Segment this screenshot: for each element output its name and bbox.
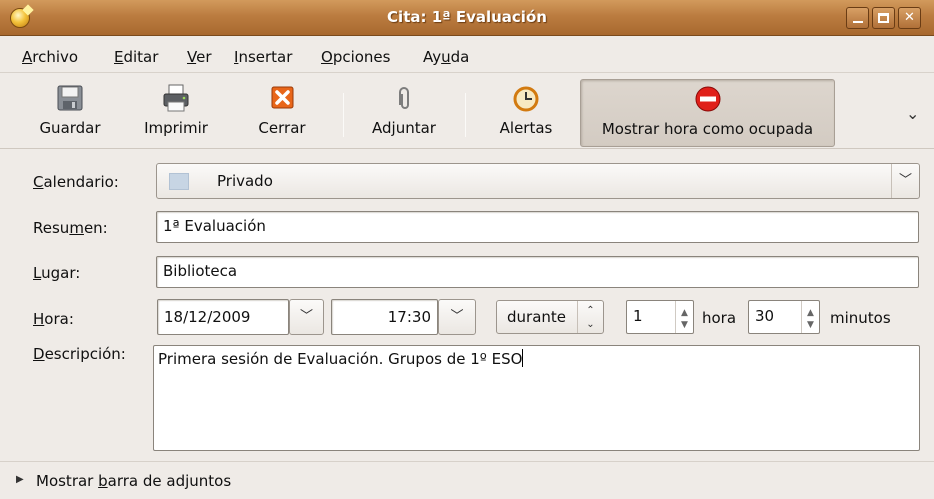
time-input[interactable]: 17:30 (331, 299, 438, 335)
busy-label: Mostrar hora como ocupada (601, 120, 814, 138)
location-input[interactable]: Biblioteca (156, 256, 919, 288)
summary-label: Resumen: (33, 219, 108, 237)
menu-mnemonic: A (22, 48, 33, 66)
maximize-button[interactable] (872, 7, 895, 29)
save-button[interactable]: Guardar (30, 79, 110, 147)
toolbar: Guardar Imprimir Cerrar Adjuntar Alertas (0, 73, 934, 149)
close-window-button[interactable]: ✕ (898, 7, 921, 29)
description-textarea[interactable]: Primera sesión de Evaluación. Grupos de … (153, 345, 920, 451)
menu-insertar[interactable]: Insertar (234, 48, 292, 66)
toolbar-separator (465, 93, 466, 137)
date-dropdown-button[interactable]: ﹀ (289, 299, 324, 335)
toolbar-overflow-chevron-down-icon[interactable]: ⌄ (906, 104, 919, 123)
description-label: Descripción: (33, 345, 126, 363)
print-button[interactable]: Imprimir (133, 79, 219, 147)
time-dropdown-button[interactable]: ﹀ (438, 299, 476, 335)
menu-label: pciones (332, 48, 391, 66)
menu-label: rchivo (32, 48, 79, 66)
close-label: Cerrar (258, 119, 306, 137)
calendar-select[interactable]: Privado ﹀ (156, 163, 920, 199)
duration-mode-select[interactable]: durante ⌃ ⌄ (496, 300, 604, 334)
paperclip-icon (399, 87, 409, 109)
close-icon: ✕ (904, 10, 915, 25)
calendar-value: Privado (217, 172, 273, 190)
chevron-down-icon: ﹀ (891, 164, 919, 198)
attach-button[interactable]: Adjuntar (360, 79, 448, 147)
calendar-color-swatch (169, 173, 189, 190)
show-attachments-label[interactable]: Mostrar barra de adjuntos (36, 472, 231, 490)
up-down-icon: ⌃ ⌄ (577, 301, 603, 333)
menu-archivo[interactable]: Archivo (22, 48, 78, 66)
menu-mnemonic: V (187, 48, 197, 66)
minutes-value: 30 (755, 307, 775, 325)
menu-ver[interactable]: Ver (187, 48, 212, 66)
alarms-button[interactable]: Alertas (488, 79, 564, 147)
print-label: Imprimir (144, 119, 208, 137)
hours-unit-label: hora (702, 309, 737, 327)
chevron-down-icon: ﹀ (450, 309, 464, 324)
hours-value: 1 (633, 307, 643, 325)
spinner-arrows-icon[interactable]: ▲ ▼ (801, 301, 819, 333)
minimize-button[interactable] (846, 7, 869, 29)
attach-label: Adjuntar (372, 119, 436, 137)
hours-spinner[interactable]: 1 ▲ ▼ (626, 300, 694, 334)
menu-label: er (196, 48, 212, 66)
menu-label: ditar (123, 48, 159, 66)
menu-label: Ay (423, 48, 442, 66)
maximize-icon (878, 13, 889, 23)
floppy-disk-icon (57, 85, 83, 111)
menu-mnemonic: O (321, 48, 333, 66)
close-button[interactable]: Cerrar (246, 79, 318, 147)
summary-input[interactable]: 1ª Evaluación (156, 211, 919, 243)
busy-icon (695, 86, 720, 112)
toolbar-separator (343, 93, 344, 137)
spinner-arrows-icon[interactable]: ▲ ▼ (675, 301, 693, 333)
menu-mnemonic: u (441, 48, 451, 66)
menu-bar: Archivo Editar Ver Insertar Opciones Ayu… (0, 37, 934, 73)
menu-label: nsertar (238, 48, 293, 66)
show-time-as-busy-toggle[interactable]: Mostrar hora como ocupada (580, 79, 835, 147)
text-caret (522, 349, 524, 367)
save-label: Guardar (39, 119, 101, 137)
alarm-clock-icon (513, 86, 539, 112)
duration-mode-value: durante (507, 308, 567, 326)
window-title: Cita: 1ª Evaluación (387, 8, 547, 26)
menu-label: da (450, 48, 470, 66)
menu-ayuda[interactable]: Ayuda (423, 48, 469, 66)
alarms-label: Alertas (499, 119, 553, 137)
location-label: Lugar: (33, 264, 81, 282)
expander-arrow-icon[interactable]: ▶ (16, 474, 24, 485)
title-bar[interactable]: Cita: 1ª Evaluación ✕ (0, 0, 934, 36)
menu-editar[interactable]: Editar (114, 48, 158, 66)
minimize-icon (852, 21, 863, 23)
chevron-down-icon: ﹀ (299, 309, 313, 324)
menu-opciones[interactable]: Opciones (321, 48, 390, 66)
attachments-bar[interactable]: ▶ Mostrar barra de adjuntos (0, 461, 934, 499)
close-document-icon (271, 86, 294, 109)
minutes-unit-label: minutos (830, 309, 891, 327)
time-label: Hora: (33, 310, 74, 328)
printer-icon (163, 84, 189, 112)
calendar-label: Calendario: (33, 173, 119, 191)
description-text: Primera sesión de Evaluación. Grupos de … (158, 350, 523, 368)
date-input[interactable]: 18/12/2009 (157, 299, 289, 335)
minutes-spinner[interactable]: 30 ▲ ▼ (748, 300, 820, 334)
